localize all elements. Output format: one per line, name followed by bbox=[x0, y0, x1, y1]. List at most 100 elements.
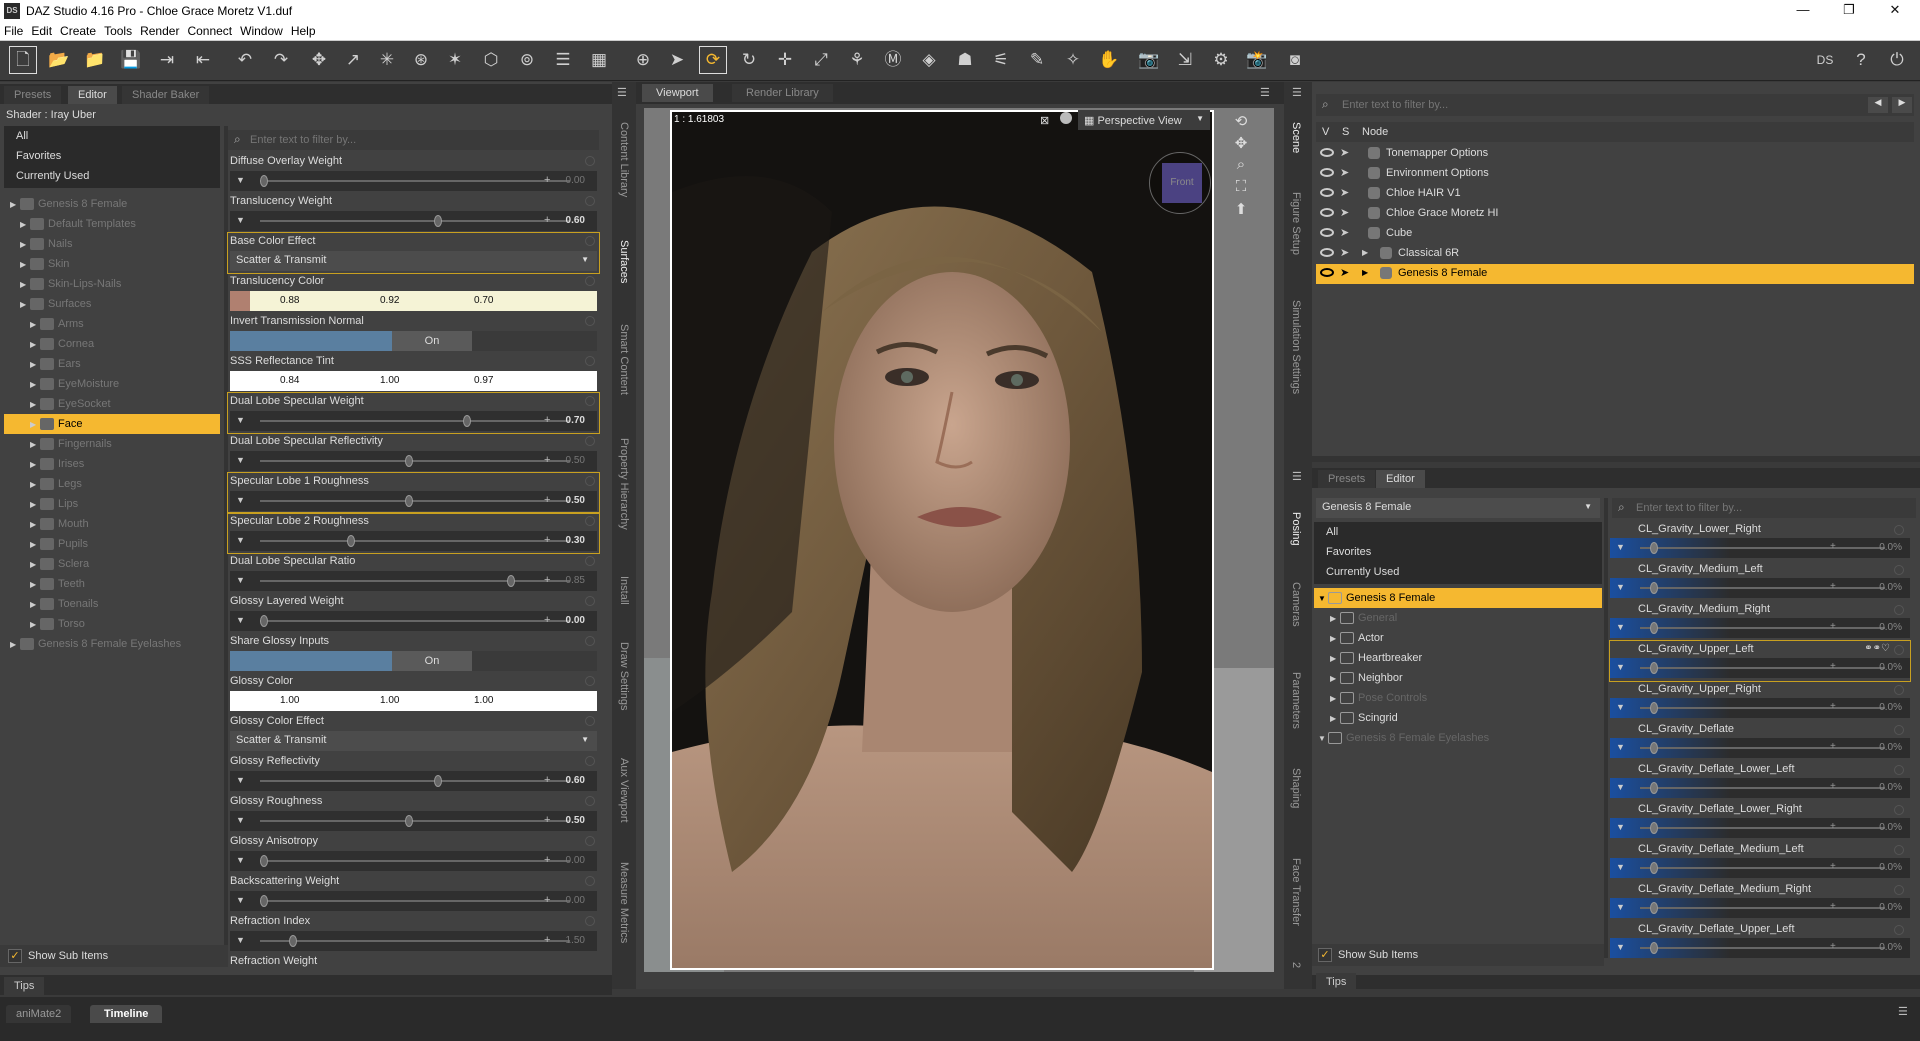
slider-track[interactable] bbox=[1640, 947, 1885, 949]
brush-icon[interactable]: ⚟ bbox=[988, 47, 1014, 73]
params-tree-item-scingrid[interactable]: ▶ Scingrid bbox=[1314, 708, 1602, 728]
tab-presets[interactable]: Presets bbox=[4, 86, 62, 104]
scene-node-genesis-8-female[interactable]: ➤ ▶ Genesis 8 Female bbox=[1316, 264, 1914, 284]
morph-value[interactable]: 0.0% bbox=[1879, 742, 1902, 753]
tab-editor[interactable]: Editor bbox=[1376, 470, 1425, 488]
gear-icon[interactable] bbox=[585, 316, 595, 326]
property-value[interactable]: 0.70 bbox=[566, 415, 585, 426]
gear-icon[interactable] bbox=[1894, 605, 1904, 615]
expand-arrow-icon[interactable]: ▶ bbox=[30, 580, 38, 589]
chevron-down-icon[interactable]: ▼ bbox=[1616, 902, 1625, 912]
view-cube[interactable]: Front bbox=[1149, 152, 1211, 214]
plus-icon[interactable]: + bbox=[1830, 741, 1836, 752]
params-tree-item-genesis-8-female-eyelashes[interactable]: ▼ Genesis 8 Female Eyelashes bbox=[1314, 728, 1602, 748]
property-value[interactable]: 0.50 bbox=[566, 815, 585, 826]
morph-slider[interactable]: ▼ +0.0% bbox=[1610, 698, 1910, 718]
slider-track[interactable] bbox=[1640, 827, 1885, 829]
slider-track[interactable] bbox=[1640, 867, 1885, 869]
menu-lines-icon[interactable]: ☰ bbox=[1292, 86, 1302, 99]
chevron-down-icon[interactable]: ▼ bbox=[236, 455, 245, 465]
slider-track[interactable] bbox=[1640, 707, 1885, 709]
tab-tips[interactable]: Tips bbox=[1316, 973, 1357, 991]
gear-icon[interactable] bbox=[1894, 765, 1904, 775]
save-icon[interactable]: 💾 bbox=[118, 47, 144, 73]
slider-track[interactable] bbox=[1640, 907, 1885, 909]
render-settings-icon[interactable]: ⚙ bbox=[1208, 47, 1234, 73]
wand-icon[interactable]: ✧ bbox=[1060, 47, 1086, 73]
category-all[interactable]: All bbox=[1326, 526, 1338, 538]
vtab-content-library[interactable]: Content Library bbox=[618, 122, 630, 197]
scene-node-cube[interactable]: ➤ Cube bbox=[1316, 224, 1914, 244]
camera-icon[interactable]: 📷 bbox=[1136, 47, 1162, 73]
scene-filter-input[interactable] bbox=[1342, 96, 1822, 114]
color-channel-value[interactable]: 1.00 bbox=[280, 695, 299, 706]
gear-icon[interactable] bbox=[1894, 925, 1904, 935]
vtab-face-transfer[interactable]: Face Transfer bbox=[1290, 858, 1302, 926]
morph-value[interactable]: 0.0% bbox=[1879, 662, 1902, 673]
tool-icon[interactable]: ⊛ bbox=[408, 47, 434, 73]
view-select[interactable]: ▦ Perspective View ▼ bbox=[1078, 110, 1210, 130]
slider-knob[interactable] bbox=[260, 855, 268, 867]
surface-selection-icon[interactable]: Ⓜ bbox=[880, 47, 906, 73]
slider-track[interactable] bbox=[260, 900, 570, 902]
merge-file-icon[interactable]: 📁 bbox=[82, 47, 108, 73]
chevron-down-icon[interactable]: ▼ bbox=[236, 935, 245, 945]
property-value[interactable]: 0.00 bbox=[566, 895, 585, 906]
expand-arrow-icon[interactable]: ▶ bbox=[20, 260, 28, 269]
frame-toggle-icon[interactable]: ⊠ bbox=[1040, 114, 1049, 127]
morph-value[interactable]: 0.0% bbox=[1879, 942, 1902, 953]
pan-icon[interactable]: ✥ bbox=[1230, 134, 1252, 156]
morph-slider[interactable]: ▼ +0.0% bbox=[1610, 538, 1910, 558]
expand-arrow-icon[interactable]: ▶ bbox=[1330, 694, 1338, 703]
select-tool-icon[interactable]: ➤ bbox=[664, 47, 690, 73]
orbit-icon[interactable]: ⟲ bbox=[1230, 112, 1252, 134]
gear-icon[interactable] bbox=[585, 676, 595, 686]
slider-track[interactable] bbox=[260, 820, 570, 822]
tree-item-cornea[interactable]: ▶ Cornea bbox=[4, 334, 220, 354]
property-slider[interactable]: ▼ +0.00 bbox=[230, 891, 597, 911]
redo-icon[interactable]: ↷ bbox=[268, 47, 294, 73]
slider-knob[interactable] bbox=[260, 175, 268, 187]
viewport-options-icon[interactable]: ☰ bbox=[1260, 86, 1270, 99]
arrow-right-icon[interactable]: ▶ bbox=[1892, 97, 1912, 113]
visibility-eye-icon[interactable] bbox=[1320, 228, 1334, 237]
selectable-cursor-icon[interactable]: ➤ bbox=[1340, 226, 1349, 239]
vtab-figure-setup[interactable]: Figure Setup bbox=[1290, 192, 1302, 255]
property-toggle[interactable]: On bbox=[230, 651, 597, 671]
visibility-eye-icon[interactable] bbox=[1320, 188, 1334, 197]
slider-knob[interactable] bbox=[289, 935, 297, 947]
gear-icon[interactable] bbox=[585, 356, 595, 366]
gear-icon[interactable] bbox=[1894, 725, 1904, 735]
expand-arrow-icon[interactable]: ▶ bbox=[30, 360, 38, 369]
selectable-cursor-icon[interactable]: ➤ bbox=[1340, 166, 1349, 179]
morph-slider[interactable]: ▼ +0.0% bbox=[1610, 778, 1910, 798]
slider-track[interactable] bbox=[1640, 787, 1885, 789]
color-channel-value[interactable]: 1.00 bbox=[380, 375, 399, 386]
col-node[interactable]: Node bbox=[1362, 126, 1388, 138]
chevron-down-icon[interactable]: ▼ bbox=[1616, 702, 1625, 712]
selectable-cursor-icon[interactable]: ➤ bbox=[1340, 206, 1349, 219]
tree-item-fingernails[interactable]: ▶ Fingernails bbox=[4, 434, 220, 454]
morph-value[interactable]: 0.0% bbox=[1879, 622, 1902, 633]
tab-animate2[interactable]: aniMate2 bbox=[6, 1005, 72, 1023]
morph-value[interactable]: 0.0% bbox=[1879, 542, 1902, 553]
expand-arrow-icon[interactable]: ▶ bbox=[1330, 654, 1338, 663]
property-slider[interactable]: ▼ +0.30 bbox=[230, 531, 597, 551]
vtab-simulation-settings[interactable]: Simulation Settings bbox=[1290, 300, 1302, 394]
tab-shader-baker[interactable]: Shader Baker bbox=[122, 86, 210, 104]
ds-logo-icon[interactable]: DS bbox=[1812, 47, 1838, 73]
expand-arrow-icon[interactable]: ▶ bbox=[20, 280, 28, 289]
slider-knob[interactable] bbox=[506, 575, 515, 587]
plus-icon[interactable]: + bbox=[544, 534, 550, 546]
expand-arrow-icon[interactable]: ▶ bbox=[30, 480, 38, 489]
slider-knob[interactable] bbox=[434, 775, 442, 787]
gear-icon[interactable] bbox=[585, 436, 595, 446]
tree-item-default-templates[interactable]: ▶ Default Templates bbox=[4, 214, 220, 234]
tree-item-genesis-8-female-eyelashes[interactable]: ▶ Genesis 8 Female Eyelashes bbox=[4, 634, 220, 654]
import-icon[interactable]: ⇥ bbox=[154, 47, 180, 73]
chevron-down-icon[interactable]: ▼ bbox=[1616, 582, 1625, 592]
gear-icon[interactable] bbox=[1894, 565, 1904, 575]
property-toggle[interactable]: On bbox=[230, 331, 597, 351]
expand-arrow-icon[interactable]: ▶ bbox=[30, 520, 38, 529]
gear-icon[interactable] bbox=[585, 836, 595, 846]
